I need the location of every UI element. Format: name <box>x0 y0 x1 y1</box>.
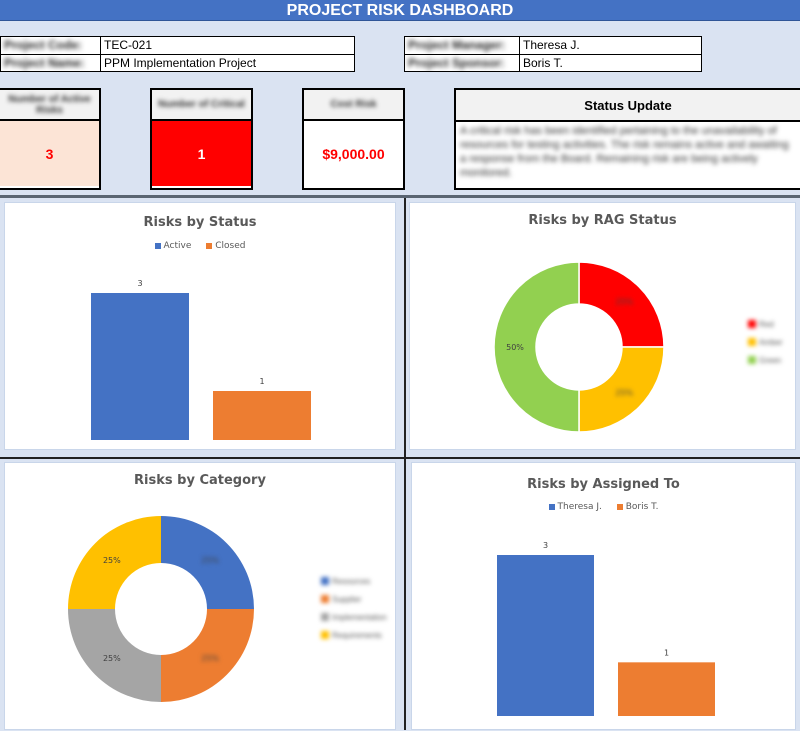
project-code-value[interactable]: TEC-021 <box>101 37 152 54</box>
chart-legend: Red Amber Green <box>748 315 783 369</box>
data-label: 1 <box>664 648 669 657</box>
project-sponsor-row: Project Sponsor: Boris T. <box>405 54 701 71</box>
legend-swatch <box>321 595 329 603</box>
project-info-left: Project Code: TEC-021 Project Name: PPM … <box>0 36 355 72</box>
kpi-active-risks: Number of Active Risks 3 <box>0 88 101 190</box>
bar-chart-status: 31 <box>91 279 311 440</box>
kpi-cost-risk-value: $9,000.00 <box>304 121 403 186</box>
slice-label: 50% <box>506 343 524 352</box>
slice-label: 25% <box>103 654 121 663</box>
bar-theresa-j- <box>497 555 594 716</box>
status-update-box: Status Update A critical risk has been i… <box>454 88 800 190</box>
legend-swatch <box>748 320 756 328</box>
project-sponsor-value[interactable]: Boris T. <box>520 55 563 71</box>
legend-label: Green <box>759 355 782 365</box>
legend-item: Implementation <box>321 608 387 626</box>
legend-label: Requirements <box>332 630 382 640</box>
kpi-cost-risk-label: Cost Risk <box>304 90 403 121</box>
legend-item: Green <box>748 351 783 369</box>
project-manager-label: Project Manager: <box>405 37 520 54</box>
status-update-title: Status Update <box>456 90 800 122</box>
legend-item: Requirements <box>321 626 387 644</box>
chart-risks-by-category: Risks by Category 25% 25% 25% 25% Resources… <box>4 462 396 730</box>
legend-item: Supplier <box>321 590 387 608</box>
legend-swatch <box>321 631 329 639</box>
dashboard-title: PROJECT RISK DASHBOARD <box>0 0 800 21</box>
legend-swatch <box>321 613 329 621</box>
legend-label: Amber <box>759 337 783 347</box>
section-divider <box>0 195 800 198</box>
legend-label: Implementation <box>332 612 387 622</box>
grid-line-horizontal <box>0 457 800 459</box>
bar-chart-assigned: 31 <box>497 541 715 716</box>
chart-risks-by-assigned: Risks by Assigned To Theresa J. Boris T.… <box>411 462 796 730</box>
project-name-label: Project Name: <box>1 55 101 71</box>
legend-label: Resources <box>332 576 371 586</box>
slice-label: 25% <box>615 298 633 307</box>
chart-risks-by-rag: Risks by RAG Status 25% 25% 50% Red Amber Gr… <box>409 202 796 450</box>
legend-label: Supplier <box>332 594 362 604</box>
donut-chart-rag: 25% 25% 50% <box>493 261 665 433</box>
legend-label: Red <box>759 319 774 329</box>
slice-label: 25% <box>201 654 219 663</box>
bar-boris-t- <box>618 662 715 716</box>
legend-swatch <box>748 356 756 364</box>
bar-active <box>91 293 189 440</box>
project-manager-value[interactable]: Theresa J. <box>520 37 580 54</box>
kpi-active-risks-value: 3 <box>0 121 99 186</box>
kpi-active-risks-label: Number of Active Risks <box>0 90 99 121</box>
slice-label: 25% <box>201 556 219 565</box>
kpi-critical-risks: Number of Critical 1 <box>150 88 253 190</box>
grid-line-vertical <box>404 198 406 730</box>
legend-item: Amber <box>748 333 783 351</box>
data-label: 3 <box>137 279 142 288</box>
project-code-row: Project Code: TEC-021 <box>1 37 354 54</box>
slice-label: 25% <box>103 556 121 565</box>
kpi-cost-risk: Cost Risk $9,000.00 <box>302 88 405 190</box>
project-name-value[interactable]: PPM Implementation Project <box>101 55 256 71</box>
legend-item: Resources <box>321 572 387 590</box>
legend-swatch <box>748 338 756 346</box>
project-code-label: Project Code: <box>1 37 101 54</box>
project-info-right: Project Manager: Theresa J. Project Spon… <box>404 36 702 72</box>
chart-risks-by-status: Risks by Status Active Closed 31 <box>4 202 396 450</box>
legend-swatch <box>321 577 329 585</box>
status-update-text[interactable]: A critical risk has been identified pert… <box>456 122 800 182</box>
data-label: 1 <box>259 377 264 386</box>
project-name-row: Project Name: PPM Implementation Project <box>1 54 354 71</box>
kpi-critical-risks-value: 1 <box>152 121 251 186</box>
kpi-critical-risks-label: Number of Critical <box>152 90 251 121</box>
project-manager-row: Project Manager: Theresa J. <box>405 37 701 54</box>
chart-legend: Resources Supplier Implementation Requireme… <box>321 572 387 644</box>
project-sponsor-label: Project Sponsor: <box>405 55 520 71</box>
legend-item: Red <box>748 315 783 333</box>
slice-label: 25% <box>615 388 633 397</box>
bar-closed <box>213 391 311 440</box>
data-label: 3 <box>543 541 548 550</box>
